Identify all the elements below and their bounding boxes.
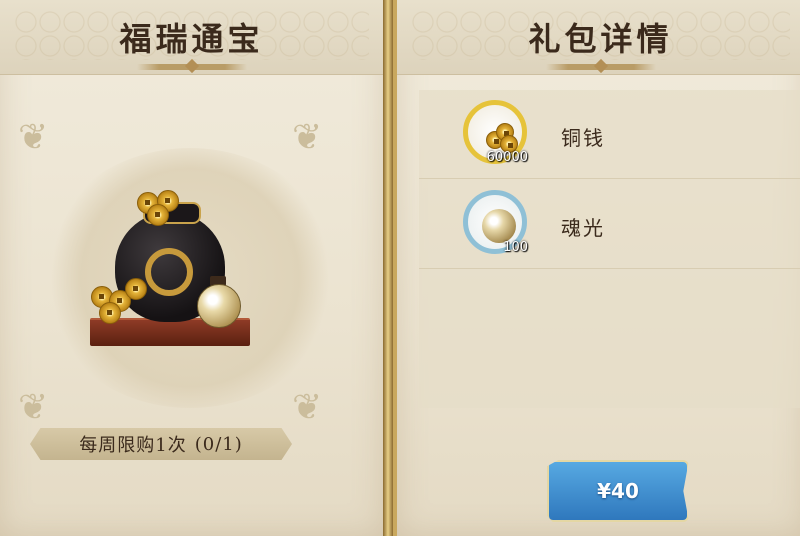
purchase-limit-bar: 每周限购1次 (0/1) (30, 428, 292, 460)
right-header: 礼包详情 (397, 0, 800, 75)
item-name: 魂光 (561, 216, 605, 240)
cloud-ornament-icon: ❦ (18, 117, 49, 158)
coin-icon (99, 302, 121, 324)
coin-icon (125, 278, 147, 300)
item-name: 铜钱 (561, 126, 605, 150)
coin-icon (147, 204, 169, 226)
details-title: 礼包详情 (528, 20, 673, 58)
left-header: 福瑞通宝 (0, 0, 383, 75)
gift-preview-panel: 福瑞通宝 ❦ ❦ ❦ ❦ 每周限购1次 (0/1) (0, 0, 387, 536)
reward-item-copper-coins[interactable]: 60000 铜钱 (419, 90, 800, 179)
item-quantity: 100 (503, 240, 528, 255)
buy-button[interactable]: ¥40 (547, 460, 689, 522)
soul-light-jar-icon[interactable]: 100 (463, 190, 528, 255)
book-spine (383, 0, 393, 536)
soul-jar-icon (197, 284, 241, 328)
purchase-limit-count: (0/1) (194, 433, 243, 455)
cloud-ornament-icon: ❦ (292, 117, 323, 158)
gift-title: 福瑞通宝 (119, 20, 264, 58)
title-ornament (545, 64, 656, 70)
coin-stack (486, 123, 518, 153)
item-quantity: 60000 (486, 150, 528, 165)
cloud-ornament-icon: ❦ (292, 387, 323, 428)
gift-bag-image (85, 190, 255, 350)
reward-item-soul-light[interactable]: 100 魂光 (419, 180, 800, 269)
jar-icon (482, 209, 516, 243)
purchase-limit-label: 每周限购1次 (79, 435, 187, 456)
title-ornament (136, 64, 247, 70)
bag-emblem-icon (145, 248, 193, 296)
gift-details-panel: 礼包详情 60000 铜钱 100 魂光 ¥40 (393, 0, 800, 536)
cloud-ornament-icon: ❦ (18, 387, 49, 428)
reward-list: 60000 铜钱 100 魂光 (419, 90, 800, 408)
copper-coins-icon[interactable]: 60000 (463, 100, 528, 165)
